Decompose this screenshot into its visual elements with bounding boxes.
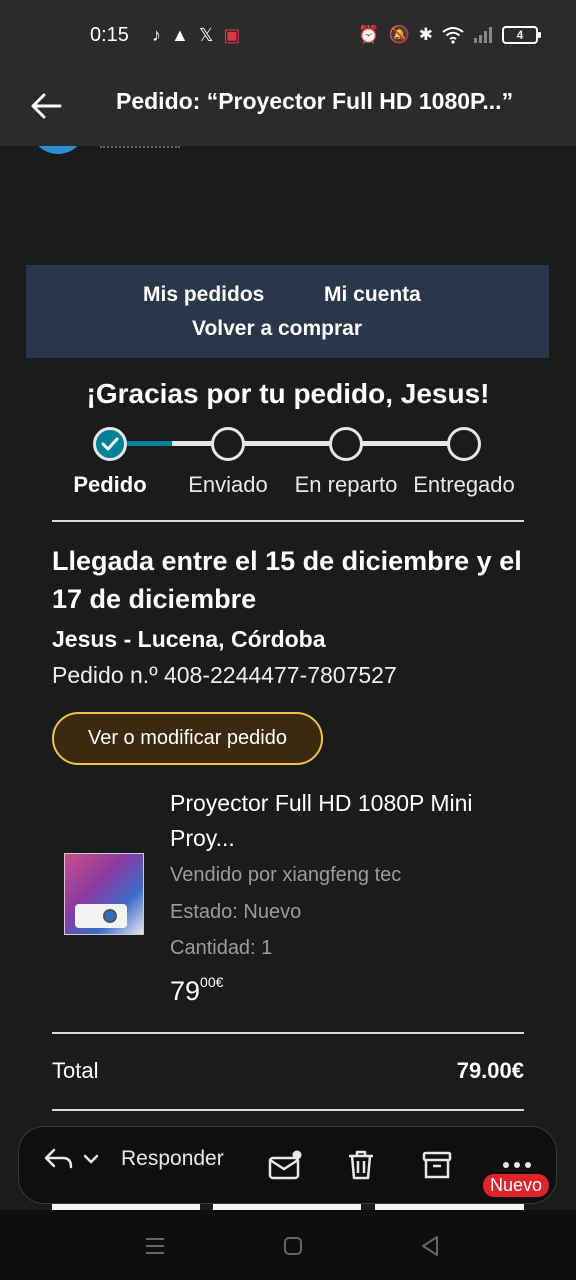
step-label-shipped: Enviado [188,472,268,497]
battery-indicator: 4 [502,26,541,44]
divider [52,1032,524,1034]
step-node-out-for-delivery [329,427,363,461]
reply-icon [44,1148,73,1169]
recents-button[interactable] [141,1232,169,1260]
total-label: Total [52,1058,99,1083]
check-icon [101,437,119,451]
triangle-back-icon [422,1236,438,1256]
system-navigation-bar [0,1210,576,1280]
system-back-button[interactable] [416,1232,444,1260]
email-body[interactable]: Mis pedidos Mi cuenta Volver a comprar ¡… [0,146,576,1210]
reply-button[interactable]: Responder [43,1147,224,1171]
product-seller: Vendido por xiangfeng tec [170,864,402,886]
product-price: 7900€ [170,974,224,1007]
mark-unread-button[interactable] [267,1147,303,1183]
archive-button[interactable] [419,1147,455,1183]
order-progress-tracker: Pedido Enviado En reparto Entregado [52,424,524,504]
link-buy-again[interactable]: Volver a comprar [192,317,362,341]
wifi-icon [442,27,464,44]
gallery-icon: ▲ [171,25,189,45]
view-or-modify-order-button[interactable]: Ver o modificar pedido [52,712,323,765]
price-fraction: 00€ [200,974,224,990]
shop-icon: ▣ [223,25,241,45]
divider [52,1109,524,1111]
alarm-icon: ⏰ [358,25,380,44]
back-arrow-icon [31,93,62,119]
step-label-delivered: Entregado [413,472,515,497]
price-whole: 79 [170,976,201,1006]
bluetooth-icon: ✱ [418,25,433,44]
ship-to: Jesus - Lucena, Córdoba [52,626,326,652]
status-time: 0:15 [90,24,129,46]
mail-unread-icon [268,1150,302,1180]
app-header: Pedido: “Proyector Full HD 1080P...” [0,70,576,146]
product-quantity: Cantidad: 1 [170,937,273,959]
amazon-nav-box: Mis pedidos Mi cuenta Volver a comprar [26,265,549,358]
reply-label: Responder [121,1147,224,1170]
step-node-delivered [447,427,481,461]
order-number: Pedido n.º 408-2244477-7807527 [52,662,397,688]
step-label-out-for-delivery: En reparto [294,472,398,497]
step-node-ordered [93,427,127,461]
link-my-account[interactable]: Mi cuenta [324,283,421,307]
step-label-ordered: Pedido [73,472,147,497]
mute-icon: 🔕 [388,25,410,44]
product-condition: Estado: Nuevo [170,901,302,923]
arrival-estimate: Llegada entre el 15 de diciembre y el 17… [52,546,522,614]
product-name-link[interactable]: Proyector Full HD 1080P Mini Proy... [170,786,520,856]
sender-avatar[interactable] [32,146,84,154]
divider [52,520,524,522]
delete-button[interactable] [343,1147,379,1183]
chevron-down-icon[interactable] [83,1154,99,1164]
tiktok-icon: ♪ [152,25,161,45]
step-node-shipped [211,427,245,461]
signal-icon [474,27,492,43]
status-bar: 0:15 ♪ ▲ 𝕏 ▣ ⏰ 🔕 ✱ 4 [0,0,576,70]
status-app-icons: ♪ ▲ 𝕏 ▣ [152,24,240,46]
x-icon: 𝕏 [198,25,214,45]
trash-icon [349,1150,373,1180]
projector-graphic [75,904,127,928]
back-button[interactable] [26,86,66,126]
link-my-orders[interactable]: Mis pedidos [143,283,264,307]
archive-icon [422,1151,452,1179]
thanks-heading: ¡Gracias por tu pedido, Jesus! [86,378,490,409]
more-dots-icon [503,1162,531,1168]
product-image[interactable] [64,853,144,935]
menu-lines-icon [146,1238,164,1254]
new-badge: Nuevo [483,1174,550,1197]
email-subject-title: Pedido: “Proyector Full HD 1080P...” [116,88,514,114]
status-system-icons: ⏰ 🔕 ✱ 4 [358,25,541,45]
sender-info-partial [100,146,180,148]
email-action-bar: Responder Nuevo [18,1126,557,1204]
total-value: 79.00€ [456,1058,524,1083]
home-square-icon [284,1237,302,1255]
home-button[interactable] [279,1232,307,1260]
